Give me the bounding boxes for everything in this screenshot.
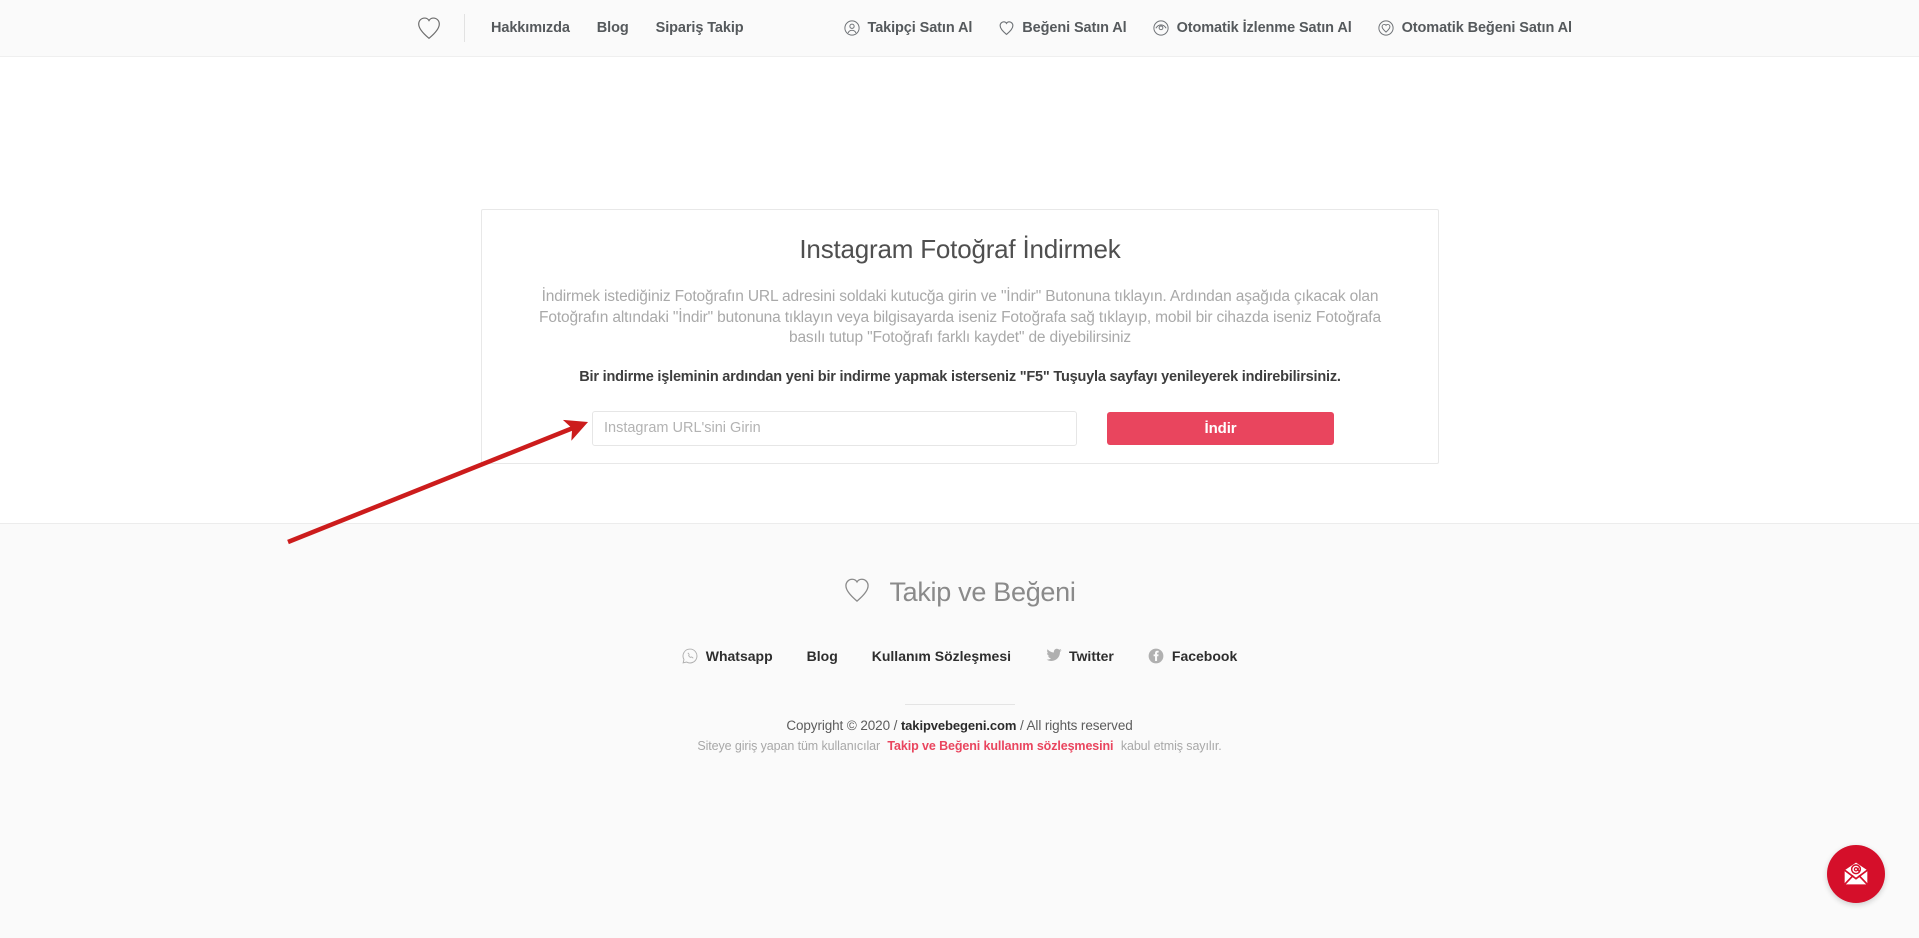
footer-link-label: Whatsapp: [705, 647, 773, 664]
user-circle-icon: [844, 20, 861, 37]
heart-icon: [843, 577, 871, 608]
copyright-suffix: / All rights reserved: [1019, 718, 1133, 733]
terms-prefix: Siteye giriş yapan tüm kullanıcılar: [697, 739, 881, 753]
download-form: İndir: [482, 410, 1438, 446]
nav-link-siparis-takip[interactable]: Sipariş Takip: [656, 20, 744, 36]
footer-link-blog[interactable]: Blog: [807, 648, 838, 664]
footer-link-label: Blog: [806, 647, 838, 664]
twitter-icon: [1045, 647, 1062, 664]
footer-link-kullanim-sozlesmesi[interactable]: Kullanım Sözleşmesi: [872, 648, 1011, 664]
nav-link-label: Takipçi Satın Al: [867, 20, 973, 36]
footer-link-twitter[interactable]: Twitter: [1045, 647, 1114, 664]
download-submit-button[interactable]: İndir: [1107, 411, 1334, 445]
terms-agreement-link[interactable]: Takip ve Beğeni kullanım sözleşmesini: [887, 739, 1113, 753]
copyright-prefix: Copyright © 2020 /: [786, 718, 898, 733]
footer-link-whatsapp[interactable]: Whatsapp: [682, 647, 773, 664]
footer-link-facebook[interactable]: Facebook: [1148, 647, 1237, 664]
main-content-section: Instagram Fotoğraf İndirmek İndirmek ist…: [0, 56, 1919, 524]
footer-link-label: Kullanım Sözleşmesi: [871, 647, 1012, 664]
page-title: Instagram Fotoğraf İndirmek: [799, 234, 1121, 264]
nav-link-begeni-satin-al[interactable]: Beğeni Satın Al: [998, 20, 1127, 37]
nav-link-otomatik-izlenme-satin-al[interactable]: Otomatik İzlenme Satın Al: [1153, 20, 1352, 37]
service-nav-links: Takipçi Satın Al Beğeni Satın Al Otomati…: [844, 20, 1572, 37]
copyright-domain: takipvebegeni.com: [900, 718, 1017, 733]
top-navigation-bar: Hakkımızda Blog Sipariş Takip Takipçi Sa…: [0, 0, 1919, 56]
email-at-icon: [1844, 862, 1868, 885]
facebook-icon: [1148, 647, 1165, 664]
nav-divider: [464, 14, 465, 42]
instagram-url-input[interactable]: [592, 410, 1077, 446]
nav-link-otomatik-begeni-satin-al[interactable]: Otomatik Beğeni Satın Al: [1378, 20, 1572, 37]
site-footer: Takip ve Beğeni Whatsapp Blog Kullanım S…: [0, 524, 1919, 753]
nav-link-label: Otomatik Beğeni Satın Al: [1401, 20, 1572, 36]
instructions-text: İndirmek istediğiniz Fotoğrafın URL adre…: [539, 288, 1381, 346]
whatsapp-icon: [682, 647, 699, 664]
refresh-warning-text: Bir indirme işleminin ardından yeni bir …: [579, 368, 1341, 385]
nav-link-label: Otomatik İzlenme Satın Al: [1176, 20, 1352, 36]
downloader-card: Instagram Fotoğraf İndirmek İndirmek ist…: [481, 209, 1439, 464]
site-logo-heart[interactable]: [412, 11, 446, 45]
footer-divider: [904, 704, 1015, 705]
heart-icon: [418, 17, 440, 40]
footer-link-label: Twitter: [1069, 647, 1114, 664]
footer-brand-name: Takip ve Beğeni: [889, 577, 1076, 607]
footer-links: Whatsapp Blog Kullanım Sözleşmesi Twitte…: [0, 647, 1919, 664]
nav-link-takipci-satin-al[interactable]: Takipçi Satın Al: [844, 20, 973, 37]
heart-icon: [998, 20, 1015, 37]
primary-nav-links: Hakkımızda Blog Sipariş Takip: [491, 20, 744, 36]
terms-line: Siteye giriş yapan tüm kullanıcılar Taki…: [0, 739, 1919, 753]
footer-link-label: Facebook: [1171, 647, 1238, 664]
email-contact-fab[interactable]: [1827, 845, 1885, 903]
eye-circle-icon: [1153, 20, 1170, 37]
heart-circle-icon: [1378, 20, 1395, 37]
nav-link-hakkimizda[interactable]: Hakkımızda: [491, 20, 570, 36]
terms-suffix: kabul etmiş sayılır.: [1120, 739, 1222, 753]
footer-brand: Takip ve Beğeni: [0, 577, 1919, 608]
nav-link-blog[interactable]: Blog: [597, 20, 629, 36]
nav-link-label: Beğeni Satın Al: [1022, 20, 1127, 36]
copyright-line: Copyright © 2020 / takipvebegeni.com / A…: [0, 718, 1919, 733]
